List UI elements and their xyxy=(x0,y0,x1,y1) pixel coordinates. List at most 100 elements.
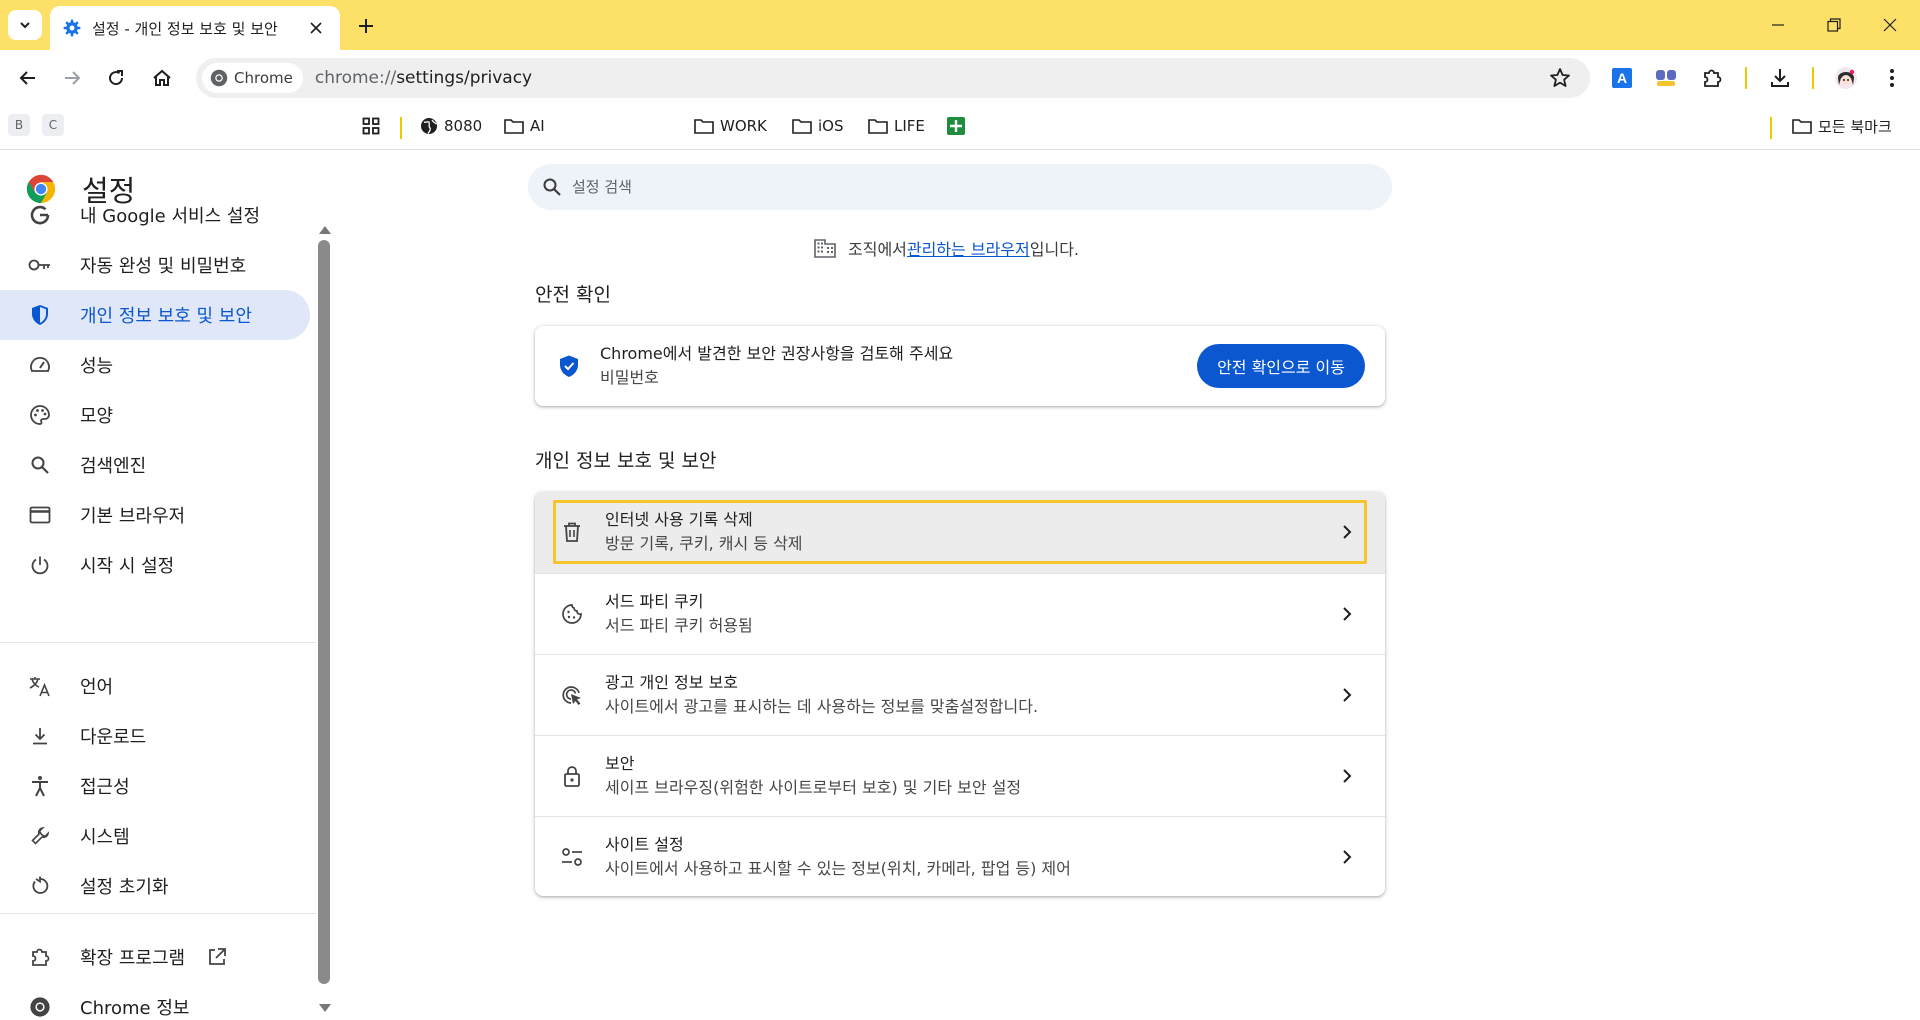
bookmark-apps[interactable] xyxy=(362,114,386,138)
tab-close-button[interactable] xyxy=(304,16,328,40)
open-in-new-icon xyxy=(209,948,226,965)
sidebar-scrollbar[interactable] xyxy=(316,226,332,1016)
scroll-down-arrow[interactable] xyxy=(319,1004,331,1012)
globe-icon xyxy=(421,118,437,134)
arrow-right-icon xyxy=(65,71,81,85)
chevron-right-icon xyxy=(1335,845,1359,869)
site-settings-row[interactable]: 사이트 설정 사이트에서 사용하고 표시할 수 있는 정보(위치, 카메라, 팝… xyxy=(535,816,1385,897)
third-party-cookies-row[interactable]: 서드 파티 쿠키 서드 파티 쿠키 허용됨 xyxy=(535,573,1385,654)
address-bar[interactable]: Chrome chrome://settings/privacy xyxy=(196,58,1590,98)
translate-a-icon: A xyxy=(1612,68,1632,88)
forward-button[interactable] xyxy=(56,62,88,94)
chrome-menu-button[interactable] xyxy=(1876,62,1908,94)
sidebar-item-reset[interactable]: 설정 초기화 xyxy=(0,861,310,911)
sidebar-item-autofill[interactable]: 자동 완성 및 비밀번호 xyxy=(0,240,310,290)
restore-button[interactable] xyxy=(1812,10,1856,40)
chrome-logo-icon xyxy=(210,69,228,87)
bookmark-folder-label: iOS xyxy=(818,117,844,135)
bookmark-c[interactable]: C xyxy=(42,114,64,136)
apps-grid-icon xyxy=(362,117,380,135)
sidebar-item-downloads[interactable]: 다운로드 xyxy=(0,711,310,761)
translate-extension-button[interactable]: A xyxy=(1606,62,1638,94)
clear-browsing-data-row[interactable]: 인터넷 사용 기록 삭제 방문 기록, 쿠키, 캐시 등 삭제 xyxy=(535,492,1385,573)
profile-button[interactable] xyxy=(1830,62,1862,94)
sidebar-item-label: 개인 정보 보호 및 보안 xyxy=(80,306,252,327)
bookmark-green-plus[interactable] xyxy=(946,114,972,138)
security-row[interactable]: 보안 세이프 브라우징(위험한 사이트로부터 보호) 및 기타 보안 설정 xyxy=(535,735,1385,816)
sidebar-item-performance[interactable]: 성능 xyxy=(0,340,310,390)
bookmark-folder-work[interactable]: WORK xyxy=(694,114,767,138)
tab-title: 설정 - 개인 정보 보호 및 보안 xyxy=(92,19,278,38)
reset-icon xyxy=(28,874,52,898)
sidebar-item-extensions[interactable]: 확장 프로그램 xyxy=(0,932,310,982)
bookmark-8080[interactable]: 8080 xyxy=(420,114,482,138)
row-text: 인터넷 사용 기록 삭제 방문 기록, 쿠키, 캐시 등 삭제 xyxy=(605,508,803,556)
ad-privacy-row[interactable]: 광고 개인 정보 보호 사이트에서 광고를 표시하는 데 사용하는 정보를 맞춤… xyxy=(535,654,1385,735)
settings-search[interactable] xyxy=(528,164,1392,210)
sidebar-item-default-browser[interactable]: 기본 브라우저 xyxy=(0,490,310,540)
sidebar-item-accessibility[interactable]: 접근성 xyxy=(0,761,310,811)
window-close-button[interactable] xyxy=(1868,10,1912,40)
sidebar-item-google-services[interactable]: 내 Google 서비스 설정 xyxy=(0,190,310,240)
bookmark-separator xyxy=(400,117,402,139)
all-bookmarks-button[interactable]: 모든 북마크 xyxy=(1792,114,1892,138)
toolbar-separator xyxy=(1812,67,1814,89)
sidebar-item-privacy[interactable]: 개인 정보 보호 및 보안 xyxy=(0,290,310,340)
sidebar-item-about-chrome[interactable]: Chrome 정보 xyxy=(0,982,310,1020)
reader-extension-button[interactable] xyxy=(1650,62,1682,94)
chevron-right-icon xyxy=(1335,602,1359,626)
extensions-menu-button[interactable] xyxy=(1696,62,1728,94)
sidebar-item-label: 모양 xyxy=(80,406,114,427)
sidebar-item-appearance[interactable]: 모양 xyxy=(0,390,310,440)
arrow-left-icon xyxy=(19,71,35,85)
back-button[interactable] xyxy=(12,62,44,94)
shield-check-icon xyxy=(560,355,578,377)
accessibility-icon xyxy=(28,774,52,798)
bookmark-folder-ios[interactable]: iOS xyxy=(792,114,844,138)
bookmark-folder-life[interactable]: LIFE xyxy=(868,114,925,138)
url-text: chrome://settings/privacy xyxy=(315,68,532,88)
minimize-button[interactable] xyxy=(1756,10,1800,40)
home-button[interactable] xyxy=(146,62,178,94)
sidebar-item-system[interactable]: 시스템 xyxy=(0,811,310,861)
tab-search-button[interactable] xyxy=(8,10,42,40)
site-info-chip[interactable]: Chrome xyxy=(202,63,303,93)
row-subtitle: 서드 파티 쿠키 허용됨 xyxy=(605,616,753,635)
close-icon xyxy=(310,22,322,34)
palette-icon xyxy=(28,403,52,427)
folder-icon xyxy=(1792,119,1812,134)
sidebar-item-search-engine[interactable]: 검색엔진 xyxy=(0,440,310,490)
managed-prefix: 조직에서 xyxy=(848,240,907,259)
reload-button[interactable] xyxy=(100,62,132,94)
sidebar-item-label: 다운로드 xyxy=(80,727,147,748)
row-subtitle: 방문 기록, 쿠키, 캐시 등 삭제 xyxy=(605,534,803,553)
sidebar-item-label: 검색엔진 xyxy=(80,456,147,477)
row-title: 인터넷 사용 기록 삭제 xyxy=(605,510,753,529)
go-to-safety-check-button[interactable]: 안전 확인으로 이동 xyxy=(1197,344,1365,388)
bookmark-b[interactable]: B xyxy=(8,114,30,136)
site-chip-label: Chrome xyxy=(234,69,293,87)
row-text: 사이트 설정 사이트에서 사용하고 표시할 수 있는 정보(위치, 카메라, 팝… xyxy=(605,833,1071,881)
managed-browser-link[interactable]: 관리하는 브라우저 xyxy=(907,236,1030,260)
row-text: 광고 개인 정보 보호 사이트에서 광고를 표시하는 데 사용하는 정보를 맞춤… xyxy=(605,671,1038,719)
new-tab-button[interactable] xyxy=(352,12,380,40)
sidebar-item-label: 자동 완성 및 비밀번호 xyxy=(80,256,247,277)
toolbar-separator xyxy=(1745,67,1747,89)
tab-settings[interactable]: 설정 - 개인 정보 보호 및 보안 xyxy=(50,6,340,50)
scroll-up-arrow[interactable] xyxy=(319,226,331,234)
row-subtitle: 사이트에서 광고를 표시하는 데 사용하는 정보를 맞춤설정합니다. xyxy=(605,697,1039,716)
sidebar-item-on-startup[interactable]: 시작 시 설정 xyxy=(0,540,310,590)
row-title: 서드 파티 쿠키 xyxy=(605,592,704,611)
sidebar-item-languages[interactable]: 언어 xyxy=(0,661,310,711)
row-text: 보안 세이프 브라우징(위험한 사이트로부터 보호) 및 기타 보안 설정 xyxy=(605,752,1021,800)
sidebar-item-label: 기본 브라우저 xyxy=(80,506,186,527)
downloads-button[interactable] xyxy=(1764,62,1796,94)
scroll-thumb[interactable] xyxy=(318,240,330,984)
search-input[interactable] xyxy=(572,178,1352,196)
restore-icon xyxy=(1827,18,1841,32)
minimize-icon xyxy=(1772,24,1784,26)
safety-check-card: Chrome에서 발견한 보안 권장사항을 검토해 주세요 비밀번호 안전 확인… xyxy=(535,326,1385,406)
safety-check-text: Chrome에서 발견한 보안 권장사항을 검토해 주세요 비밀번호 xyxy=(600,342,953,390)
bookmark-star-icon[interactable] xyxy=(1548,66,1572,90)
bookmark-folder-ai[interactable]: AI xyxy=(504,114,545,138)
